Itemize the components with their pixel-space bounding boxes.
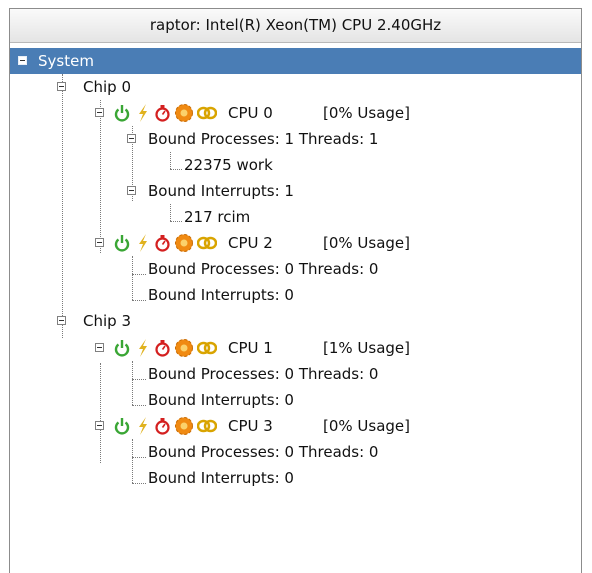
link-icon: [197, 341, 217, 355]
gear-icon: [175, 104, 193, 122]
tree-row-cpu[interactable]: CPU 2 [0% Usage]: [10, 230, 581, 256]
tree-row-bound-interrupts[interactable]: Bound Interrupts: 1: [10, 178, 581, 204]
cpu-label: CPU 1: [228, 339, 273, 357]
gear-icon: [175, 234, 193, 252]
bound-processes-label: Bound Processes: 0 Threads: 0: [148, 365, 379, 383]
bound-processes-label: Bound Processes: 0 Threads: 0: [148, 443, 379, 461]
tree-row-bound-interrupts[interactable]: Bound Interrupts: 0: [10, 282, 581, 308]
interrupt-label: 217 rcim: [184, 208, 251, 226]
tree-row-chip[interactable]: Chip 0: [10, 74, 581, 100]
link-icon: [197, 419, 217, 433]
window-title: raptor: Intel(R) Xeon(TM) CPU 2.40GHz: [10, 9, 581, 43]
stopwatch-icon: [155, 418, 170, 435]
gear-icon: [175, 339, 193, 357]
bound-processes-label: Bound Processes: 1 Threads: 1: [148, 130, 379, 148]
link-icon: [197, 236, 217, 250]
collapse-toggle[interactable]: [57, 316, 66, 325]
power-icon: [114, 418, 130, 435]
cpu-label: CPU 3: [228, 417, 273, 435]
power-icon: [114, 235, 130, 252]
tree-row-cpu[interactable]: CPU 0 [0% Usage]: [10, 100, 581, 126]
system-label: System: [38, 52, 94, 70]
chip-label: Chip 3: [83, 312, 131, 330]
collapse-toggle[interactable]: [18, 56, 27, 65]
tree-row-process[interactable]: 22375 work: [10, 152, 581, 178]
tree-row-cpu[interactable]: CPU 1 [1% Usage]: [10, 335, 581, 361]
cpu-label: CPU 2: [228, 234, 273, 252]
tree-row-bound-processes[interactable]: Bound Processes: 1 Threads: 1: [10, 126, 581, 152]
gear-icon: [175, 417, 193, 435]
cpu-tree-panel: raptor: Intel(R) Xeon(TM) CPU 2.40GHz Sy…: [9, 8, 582, 573]
power-icon: [114, 105, 130, 122]
tree-row-chip[interactable]: Chip 3: [10, 308, 581, 334]
bound-interrupts-label: Bound Interrupts: 0: [148, 469, 294, 487]
collapse-toggle[interactable]: [57, 82, 66, 91]
cpu-usage: [1% Usage]: [323, 339, 411, 357]
tree-row-interrupt[interactable]: 217 rcim: [10, 204, 581, 230]
system-tree: System Chip 0 CPU 0 [0% Usage] Bound Pro…: [10, 48, 581, 568]
bound-processes-label: Bound Processes: 0 Threads: 0: [148, 260, 379, 278]
tree-row-bound-processes[interactable]: Bound Processes: 0 Threads: 0: [10, 361, 581, 387]
tree-row-bound-interrupts[interactable]: Bound Interrupts: 0: [10, 465, 581, 491]
stopwatch-icon: [155, 235, 170, 252]
tree-row-bound-interrupts[interactable]: Bound Interrupts: 0: [10, 387, 581, 413]
collapse-toggle[interactable]: [95, 108, 104, 117]
stopwatch-icon: [155, 340, 170, 357]
tree-row-system[interactable]: System: [10, 48, 581, 74]
collapse-toggle[interactable]: [127, 186, 136, 195]
bound-interrupts-label: Bound Interrupts: 1: [148, 182, 294, 200]
bound-interrupts-label: Bound Interrupts: 0: [148, 391, 294, 409]
lightning-icon: [139, 417, 147, 435]
tree-row-cpu[interactable]: CPU 3 [0% Usage]: [10, 413, 581, 439]
cpu-usage: [0% Usage]: [323, 234, 411, 252]
lightning-icon: [139, 234, 147, 252]
cpu-label: CPU 0: [228, 104, 273, 122]
collapse-toggle[interactable]: [95, 343, 104, 352]
collapse-toggle[interactable]: [95, 421, 104, 430]
lightning-icon: [139, 104, 147, 122]
cpu-usage: [0% Usage]: [323, 104, 411, 122]
lightning-icon: [139, 339, 147, 357]
tree-row-bound-processes[interactable]: Bound Processes: 0 Threads: 0: [10, 439, 581, 465]
bound-interrupts-label: Bound Interrupts: 0: [148, 286, 294, 304]
collapse-toggle[interactable]: [95, 238, 104, 247]
tree-row-bound-processes[interactable]: Bound Processes: 0 Threads: 0: [10, 256, 581, 282]
chip-label: Chip 0: [83, 78, 131, 96]
process-label: 22375 work: [184, 156, 273, 174]
link-icon: [197, 106, 217, 120]
collapse-toggle[interactable]: [127, 134, 136, 143]
power-icon: [114, 340, 130, 357]
stopwatch-icon: [155, 105, 170, 122]
cpu-usage: [0% Usage]: [323, 417, 411, 435]
